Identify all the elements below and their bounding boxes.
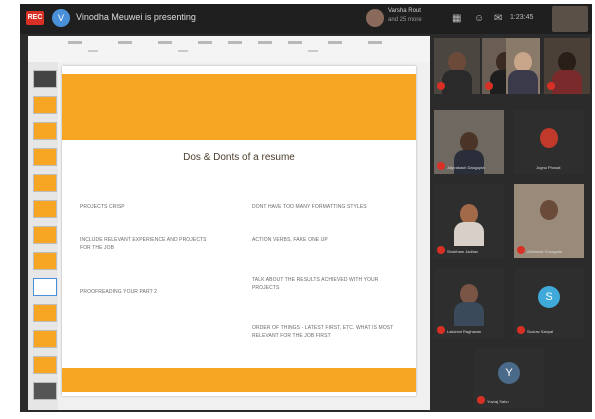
participant-body [442, 70, 472, 94]
participant-body [454, 222, 484, 246]
participant-tile[interactable]: Abhishek Chorgade [514, 184, 584, 258]
meeting-window: REC V Vinodha Meuwei is presenting Varsh… [20, 4, 592, 412]
grid-icon[interactable]: ▦ [452, 13, 461, 25]
toolbar-button[interactable] [228, 41, 242, 44]
slide-thumbnail[interactable] [33, 148, 57, 166]
slide-right-item: Order of things - latest first, etc. wha… [252, 325, 394, 339]
toolbar-label [88, 50, 98, 52]
participant-name: Yuvraj Sahu [487, 399, 509, 404]
slide-thumbnail[interactable] [33, 174, 57, 192]
slide-thumbnail-panel[interactable] [28, 62, 59, 410]
slide-thumbnail-selected[interactable] [33, 278, 57, 296]
slide-thumbnail[interactable] [33, 96, 57, 114]
slide-right-item: Action verbs, fake one up [252, 237, 328, 243]
host-avatar[interactable] [366, 9, 384, 27]
participant-tile[interactable]: Jugnu Phosat [514, 110, 584, 174]
participant-name: Lakshmi Raghavan [447, 329, 482, 334]
slide-left-item: Include relevant experience and projects… [80, 237, 207, 251]
slide-thumbnail[interactable] [33, 200, 57, 218]
toolbar-button[interactable] [328, 41, 342, 44]
slide-thumbnail[interactable] [33, 122, 57, 140]
host-subtitle: and 25 more [388, 17, 422, 23]
participant-body [454, 302, 484, 326]
self-video-thumbnail[interactable] [552, 6, 588, 32]
participant-initial-avatar: Y [498, 362, 520, 384]
current-slide: Dos & Donts of a resume Projects crisp I… [62, 66, 416, 396]
presenter-avatar: V [52, 9, 70, 27]
participant-head [540, 128, 558, 148]
toolbar-label [178, 50, 188, 52]
participant-name: Shubham Jadhav [447, 249, 479, 254]
participant-body [508, 70, 538, 94]
presenting-status: Vinodha Meuwei is presenting [76, 12, 196, 22]
slide-right-item: Talk about the results achieved with you… [252, 277, 379, 291]
slide-title: Dos & Donts of a resume [183, 152, 295, 163]
muted-mic-icon [437, 82, 445, 90]
toolbar-button[interactable] [118, 41, 132, 44]
toolbar-button[interactable] [258, 41, 272, 44]
slide-left-item: Proofreading your part 2 [80, 289, 158, 295]
participant-tile[interactable] [506, 38, 540, 94]
participant-head [460, 132, 478, 152]
recording-badge: REC [26, 11, 44, 25]
muted-mic-icon [437, 162, 445, 170]
participant-name: Abhishek Chorgade [527, 249, 563, 254]
slide-thumbnail[interactable] [33, 70, 57, 88]
slide-thumbnail[interactable] [33, 252, 57, 270]
slide-header-band [62, 74, 416, 140]
participant-head [558, 52, 576, 72]
participant-tile[interactable]: Y Yuvraj Sahu [474, 348, 544, 408]
participant-name: Jugnu Phosat [536, 165, 561, 170]
slide-thumbnail[interactable] [33, 304, 57, 322]
presentation-toolbar [28, 36, 430, 63]
muted-mic-icon [517, 326, 525, 334]
slide-thumbnail[interactable] [33, 226, 57, 244]
slide-right-item: Dont have too many formatting styles [252, 204, 367, 210]
toolbar-label [308, 50, 318, 52]
participant-name: Jaiprakash Dasgupta [447, 165, 485, 170]
muted-mic-icon [547, 82, 555, 90]
slide-thumbnail[interactable] [33, 330, 57, 348]
toolbar-button[interactable] [68, 41, 82, 44]
participant-name: Sourav Sanyal [527, 329, 554, 334]
slide-thumbnail[interactable] [33, 382, 57, 400]
participant-tile[interactable]: Jaiprakash Dasgupta [434, 110, 504, 174]
video-feed [514, 184, 584, 258]
chat-icon[interactable]: ✉ [494, 13, 502, 25]
slide-footer-band [62, 368, 416, 392]
participant-tile[interactable]: Shubham Jadhav [434, 184, 504, 258]
participant-head [540, 200, 558, 220]
participant-head [460, 204, 478, 224]
participant-head [460, 284, 478, 304]
host-name: Varsha Rout [388, 8, 421, 14]
muted-mic-icon [477, 396, 485, 404]
participant-tile[interactable]: S Sourav Sanyal [514, 268, 584, 338]
muted-mic-icon [437, 326, 445, 334]
participant-initial-avatar: S [538, 286, 560, 308]
participant-head [448, 52, 466, 72]
shared-screen: Dos & Donts of a resume Projects crisp I… [28, 36, 430, 410]
muted-mic-icon [517, 246, 525, 254]
participant-tile[interactable] [434, 38, 480, 94]
participant-body [552, 70, 582, 94]
participant-head [514, 52, 532, 72]
meeting-top-bar: REC V Vinodha Meuwei is presenting Varsh… [20, 4, 592, 34]
participant-body [454, 150, 484, 174]
participant-tile[interactable] [544, 38, 590, 94]
people-icon[interactable]: ☺ [474, 13, 484, 25]
toolbar-button[interactable] [288, 41, 302, 44]
toolbar-button[interactable] [368, 41, 382, 44]
slide-thumbnail[interactable] [33, 356, 57, 374]
participant-tile[interactable]: Lakshmi Raghavan [434, 268, 504, 338]
muted-mic-icon [485, 82, 493, 90]
slide-canvas: Dos & Donts of a resume Projects crisp I… [58, 62, 430, 410]
muted-mic-icon [437, 246, 445, 254]
toolbar-button[interactable] [198, 41, 212, 44]
meeting-timer: 1:23:45 [510, 14, 534, 21]
toolbar-button[interactable] [158, 41, 172, 44]
slide-left-item: Projects crisp [80, 204, 125, 210]
